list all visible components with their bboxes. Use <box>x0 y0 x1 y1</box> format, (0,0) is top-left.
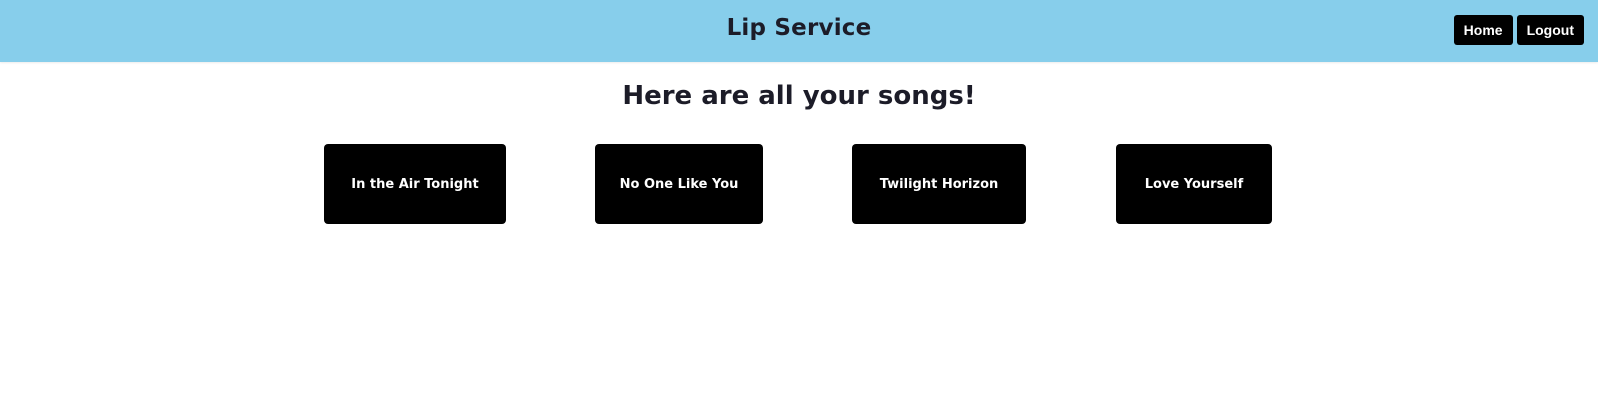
song-card[interactable]: In the Air Tonight <box>324 144 506 224</box>
navbar: Lip Service Home Logout <box>0 0 1598 62</box>
nav-actions: Home Logout <box>1453 15 1584 45</box>
song-title: In the Air Tonight <box>351 176 479 192</box>
main-content: Here are all your songs! In the Air Toni… <box>0 62 1598 234</box>
song-title: No One Like You <box>619 176 739 192</box>
home-button[interactable]: Home <box>1453 15 1513 45</box>
song-card[interactable]: No One Like You <box>595 144 763 224</box>
page-heading: Here are all your songs! <box>622 81 976 111</box>
song-card[interactable]: Twilight Horizon <box>852 144 1026 224</box>
song-title: Twilight Horizon <box>879 176 999 192</box>
logout-button[interactable]: Logout <box>1516 15 1584 45</box>
app-title: Lip Service <box>726 15 872 41</box>
song-card[interactable]: Love Yourself <box>1116 144 1272 224</box>
song-title: Love Yourself <box>1144 176 1244 192</box>
song-list: In the Air Tonight No One Like You Twili… <box>0 144 1598 234</box>
